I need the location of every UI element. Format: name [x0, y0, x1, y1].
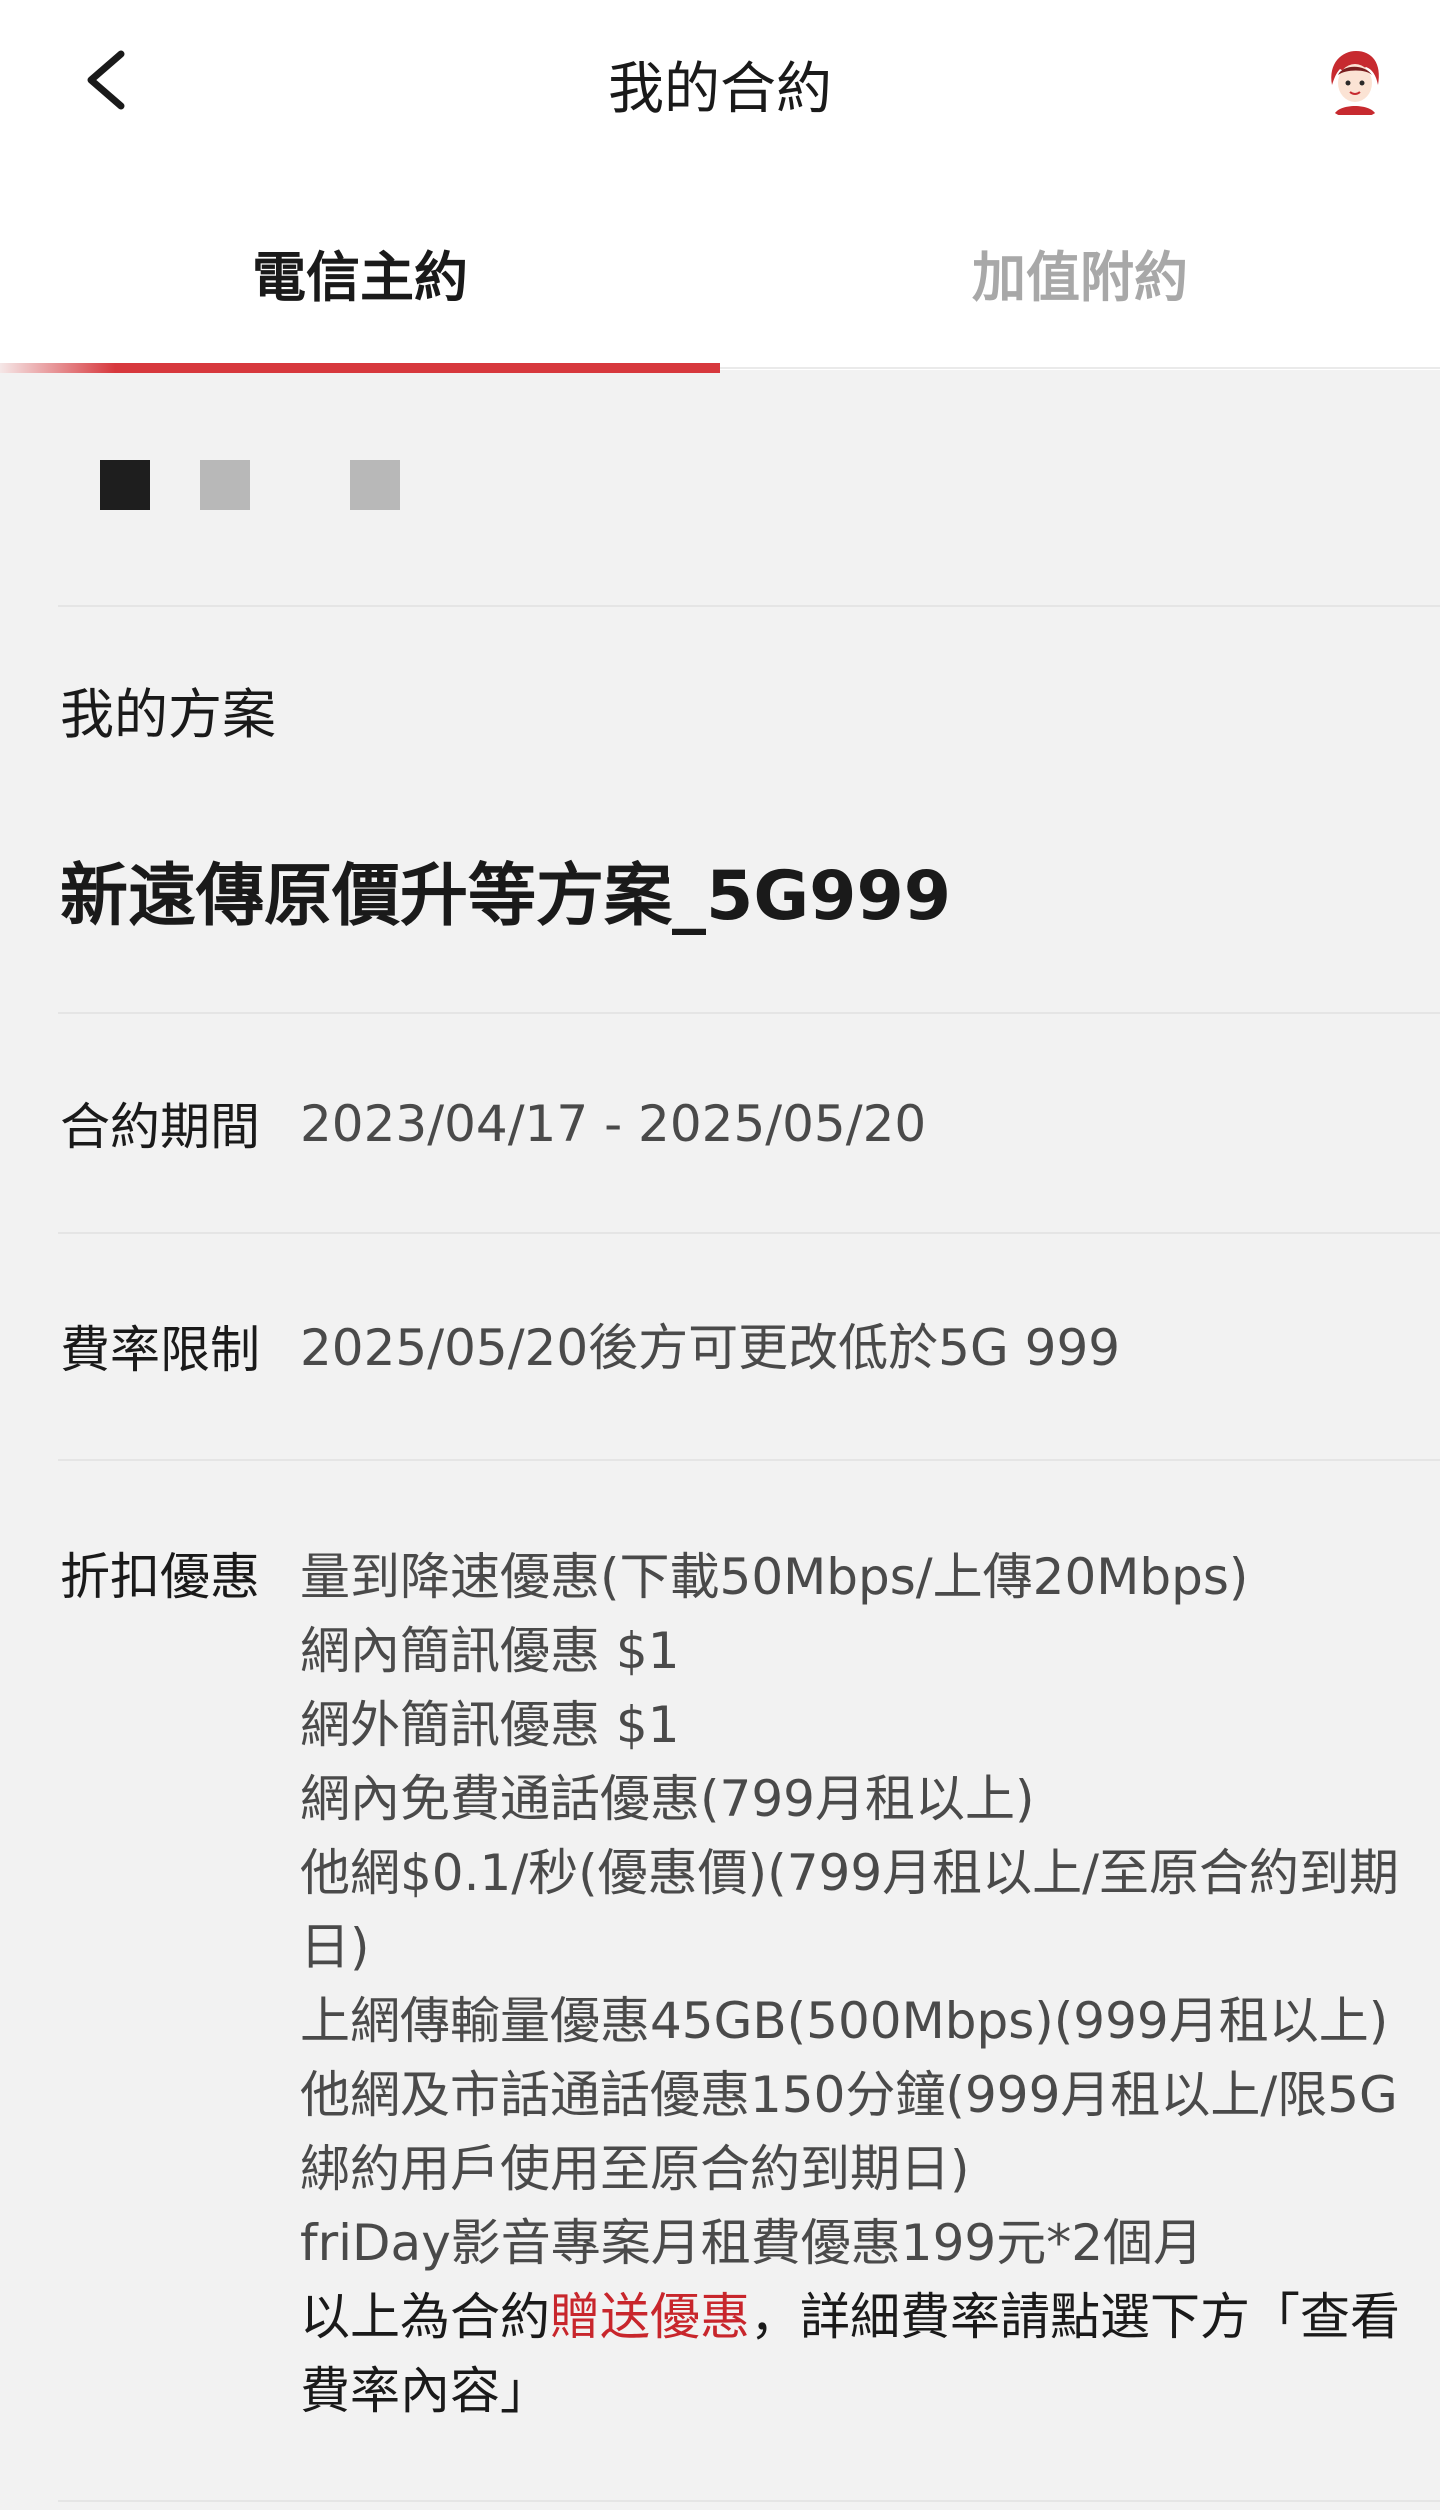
tab-main-contract[interactable]: 電信主約 — [0, 180, 720, 365]
section-divider — [58, 1459, 1440, 1461]
discounts-label: 折扣優惠 — [60, 1548, 260, 1606]
list-item: 上網傳輸量優惠45GB(500Mbps)(999月租以上) — [300, 1992, 1389, 2050]
app-header: 我的合約 — [0, 0, 1440, 180]
contract-tabs: 電信主約 加值附約 — [0, 180, 1440, 370]
rate-limit-label: 費率限制 — [60, 1321, 260, 1379]
gift-note: 以上為合約贈送優惠，詳細費率請點選下方「查看費率內容」 — [300, 2280, 1410, 2428]
list-item: friDay影音專案月租費優惠199元*2個月 — [300, 2214, 1204, 2272]
plan-label: 我的方案 — [60, 683, 276, 746]
plan-name: 新遠傳原價升等方案_5G999 — [60, 857, 952, 936]
section-divider — [58, 1232, 1440, 1234]
rate-limit-value: 2025/05/20後方可更改低於5G 999 — [300, 1319, 1121, 1377]
list-item: 網內免費通話優惠(799月租以上) — [300, 1770, 1035, 1828]
masked-phone-number — [0, 370, 1440, 605]
section-divider — [58, 605, 1440, 607]
list-item: 他網及市話通話優惠150分鐘(999月租以上/限5G綁約用戶使用至原合約到期日) — [300, 2066, 1398, 2198]
discount-list: 量到降速優惠(下載50Mbps/上傳20Mbps) 網內簡訊優惠 $1 網外簡訊… — [300, 1540, 1410, 2428]
mask-block — [200, 460, 250, 510]
section-divider — [58, 2500, 1440, 2502]
list-item: 他網$0.1/秒(優惠價)(799月租以上/至原合約到期日) — [300, 1844, 1399, 1976]
tab-divider — [720, 367, 1440, 369]
avatar-icon[interactable] — [1318, 45, 1392, 119]
list-item: 量到降速優惠(下載50Mbps/上傳20Mbps) — [300, 1548, 1249, 1606]
page-title: 我的合約 — [608, 57, 832, 122]
list-item: 網外簡訊優惠 $1 — [300, 1696, 680, 1754]
list-item: 網內簡訊優惠 $1 — [300, 1622, 680, 1680]
mask-block — [100, 460, 150, 510]
section-divider — [58, 1012, 1440, 1014]
contract-period-label: 合約期間 — [60, 1098, 260, 1156]
gift-note-prefix: 以上為合約 — [300, 2288, 550, 2346]
tab-addon-contract[interactable]: 加值附約 — [720, 180, 1440, 365]
contract-period-value: 2023/04/17 - 2025/05/20 — [300, 1095, 927, 1153]
mask-block — [350, 460, 400, 510]
gift-highlight: 贈送優惠 — [550, 2288, 750, 2346]
